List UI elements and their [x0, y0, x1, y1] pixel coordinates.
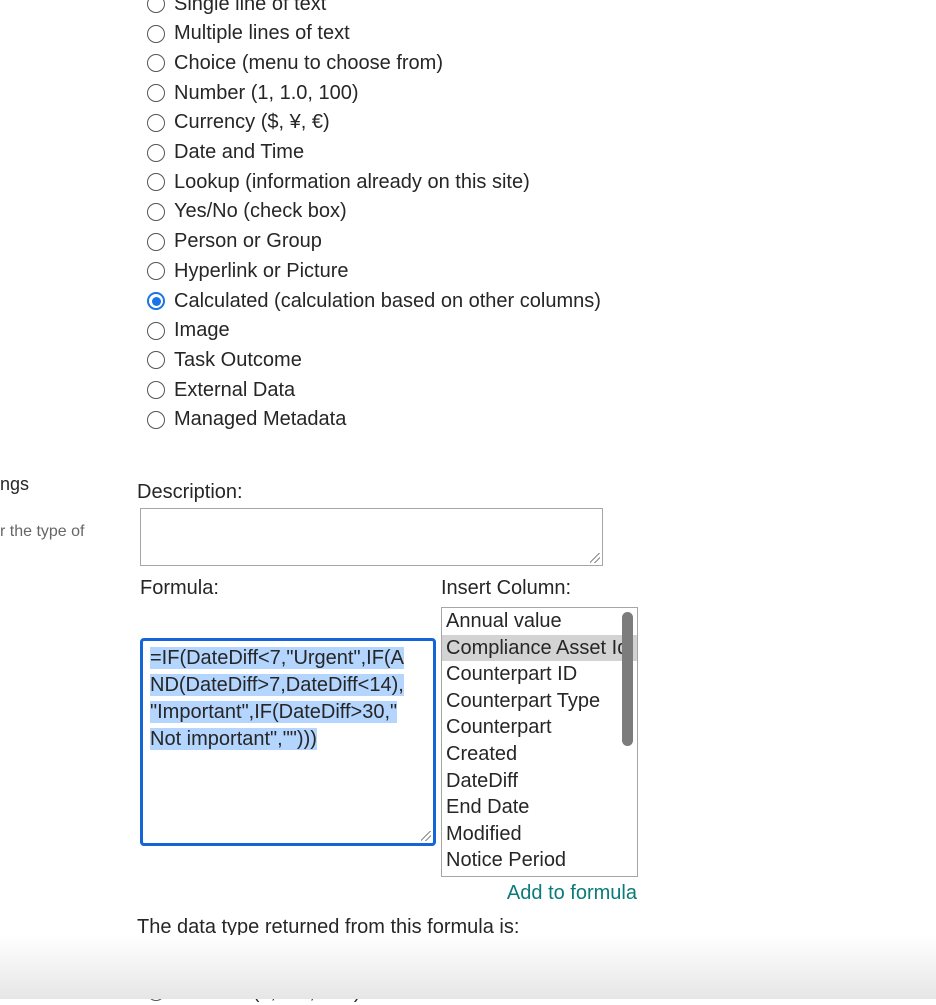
listbox-option[interactable]: End Date [442, 794, 637, 821]
radio-option[interactable]: Lookup (information already on this site… [147, 169, 530, 195]
listbox-option[interactable]: Counterpart [442, 714, 637, 741]
return-type-label: The data type returned from this formula… [137, 916, 520, 938]
radio-unchecked-icon[interactable] [147, 202, 165, 221]
listbox-scrollbar-thumb[interactable] [622, 612, 633, 746]
radio-label: Task Outcome [174, 348, 302, 371]
radio-unchecked-icon[interactable] [147, 351, 165, 370]
radio-unchecked-icon[interactable] [147, 24, 165, 43]
listbox-option[interactable]: Modified [442, 821, 637, 848]
radio-label: Single line of text [174, 0, 327, 15]
listbox-option[interactable]: Created [442, 741, 637, 768]
radio-label: Choice (menu to choose from) [174, 51, 444, 74]
radio-label: Number (1, 1.0, 100) [174, 81, 359, 104]
radio-unchecked-icon[interactable] [147, 113, 165, 132]
formula-textarea[interactable]: =IF(DateDiff<7,"Urgent",IF(A ND(DateDiff>… [140, 638, 436, 846]
listbox-option[interactable]: Counterpart ID [442, 661, 637, 688]
listbox-option[interactable]: DateDiff [442, 768, 637, 795]
radio-label: Calculated (calculation based on other c… [174, 289, 601, 312]
radio-unchecked-icon[interactable] [147, 54, 165, 73]
radio-checked-icon[interactable] [147, 952, 165, 970]
description-label: Description: [137, 481, 243, 503]
radio-unchecked-icon[interactable] [147, 232, 165, 251]
radio-label: Managed Metadata [174, 408, 347, 431]
radio-label: Single line of text [176, 949, 329, 972]
radio-option[interactable]: Choice (menu to choose from) [147, 50, 443, 76]
radio-option[interactable]: Task Outcome [147, 347, 302, 373]
radio-option[interactable]: Multiple lines of text [147, 21, 350, 47]
bottom-fade [0, 935, 936, 999]
radio-option[interactable]: Yes/No (check box) [147, 199, 347, 225]
radio-option[interactable]: Managed Metadata [147, 407, 346, 433]
radio-option[interactable]: Single line of text [147, 948, 328, 974]
radio-label: Hyperlink or Picture [174, 259, 349, 282]
radio-option[interactable]: Single line of text [147, 0, 326, 17]
radio-option[interactable]: Number (1, 1.0, 100) [147, 80, 359, 106]
radio-label: Multiple lines of text [174, 22, 350, 45]
insert-column-label: Insert Column: [441, 577, 572, 599]
radio-label: Date and Time [174, 141, 305, 163]
section-heading-fragment: ngs [0, 474, 30, 494]
listbox-option[interactable]: Annual value [442, 608, 637, 635]
formula-label: Formula: [140, 577, 219, 599]
radio-option[interactable]: External Data [147, 377, 295, 403]
radio-unchecked-icon[interactable] [147, 173, 165, 192]
radio-option[interactable]: Date and Time [147, 140, 304, 166]
radio-label: Currency ($, ¥, €) [174, 111, 330, 134]
radio-label: Lookup (information already on this site… [174, 170, 530, 193]
formula-line: =IF(DateDiff<7,"Urgent",IF(A [150, 647, 404, 669]
radio-option[interactable]: Person or Group [147, 229, 322, 255]
radio-option[interactable]: Currency ($, ¥, €) [147, 110, 330, 136]
radio-unchecked-icon[interactable] [147, 381, 165, 400]
radio-unchecked-icon[interactable] [147, 0, 165, 13]
radio-option[interactable]: Image [147, 318, 230, 344]
resize-grip-icon[interactable] [421, 831, 431, 841]
radio-option[interactable]: Hyperlink or Picture [147, 258, 349, 284]
radio-unchecked-icon[interactable] [147, 84, 165, 103]
radio-label: Number (1, 1.0, 100) [176, 980, 361, 1003]
add-to-formula-link[interactable]: Add to formula [507, 882, 637, 905]
radio-label: Person or Group [174, 230, 322, 253]
radio-option[interactable]: Number (1, 1.0, 100) [147, 979, 361, 1005]
formula-line: ND(DateDiff>7,DateDiff<14), [150, 674, 404, 696]
description-textarea[interactable] [140, 508, 603, 566]
formula-line: Not important",""))) [150, 728, 317, 750]
resize-grip-icon[interactable] [590, 553, 600, 563]
section-description-fragment: r the type of [0, 523, 85, 540]
radio-unchecked-icon[interactable] [147, 321, 165, 340]
formula-line: "Important",IF(DateDiff>30," [150, 701, 398, 723]
radio-unchecked-icon[interactable] [147, 262, 165, 281]
radio-option[interactable]: Calculated (calculation based on other c… [147, 288, 601, 314]
radio-label: External Data [174, 378, 296, 401]
listbox-option[interactable]: Compliance Asset Id [442, 634, 637, 662]
insert-column-listbox[interactable]: Annual value Compliance Asset Id Counterpa… [441, 607, 638, 877]
listbox-option[interactable]: Counterpart Type [442, 688, 637, 715]
radio-label: Image [174, 319, 230, 342]
radio-label: Yes/No (check box) [174, 200, 347, 223]
radio-unchecked-icon[interactable] [147, 143, 165, 162]
radio-unchecked-icon[interactable] [147, 983, 165, 1001]
radio-checked-icon[interactable] [147, 292, 165, 310]
listbox-option[interactable]: Notice Period [442, 847, 637, 874]
radio-unchecked-icon[interactable] [147, 410, 165, 429]
